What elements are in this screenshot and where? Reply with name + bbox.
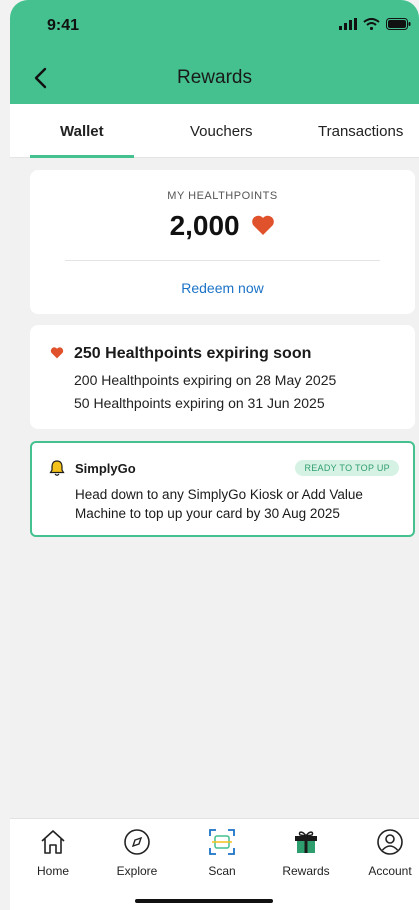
tab-wallet[interactable]: Wallet [60,123,104,140]
healthpoints-label: MY HEALTHPOINTS [167,190,278,202]
healthpoints-value: 2,000 [169,210,240,241]
status-icons [339,18,411,30]
status-time: 9:41 [47,17,80,34]
bottom-nav: Home Explore Scan Rewards Account [10,818,419,910]
expiring-line: 200 Healthpoints expiring on 28 May 2025 [74,372,337,388]
nav-scan[interactable]: Scan [187,827,257,878]
simplygo-title: SimplyGo [75,461,136,476]
active-tab-indicator [30,155,134,158]
wifi-icon [363,18,380,30]
scan-icon [209,829,235,855]
signal-icon [339,18,357,30]
gift-icon [295,831,317,853]
nav-label: Explore [116,864,158,878]
tab-bar: Wallet Vouchers Transactions [10,104,419,158]
healthpoints-card: MY HEALTHPOINTS 2,000 Redeem now [30,170,415,314]
battery-icon [386,18,411,30]
expiring-line: 50 Healthpoints expiring on 31 Jun 2025 [74,395,325,411]
nav-account[interactable]: Account [355,827,419,878]
redeem-now-link[interactable]: Redeem now [30,280,415,296]
compass-icon [124,829,150,855]
bell-icon [49,460,65,476]
header-bar: 9:41 Rewards [10,0,419,104]
nav-label: Account [368,864,412,878]
home-indicator [135,899,273,903]
nav-explore[interactable]: Explore [102,827,172,878]
page-title: Rewards [177,67,252,88]
nav-label: Rewards [282,864,330,878]
nav-label: Home [36,864,69,878]
simplygo-message: Head down to any SimplyGo Kiosk or Add V… [75,487,363,521]
home-icon [41,830,65,854]
status-badge: READY TO TOP UP [295,460,399,476]
account-icon [377,829,403,855]
nav-rewards[interactable]: Rewards [271,827,341,878]
expiring-title: 250 Healthpoints expiring soon [74,345,312,362]
simplygo-card[interactable]: SimplyGo READY TO TOP UP Head down to an… [30,441,415,537]
heart-icon [50,347,64,359]
healthpoints-value-row: 2,000 [30,210,415,242]
heart-icon [252,215,275,235]
nav-home[interactable]: Home [18,827,88,878]
tab-vouchers[interactable]: Vouchers [190,123,253,140]
nav-label: Scan [208,864,236,878]
tab-transactions[interactable]: Transactions [318,123,403,140]
phone-screen: 9:41 Rewards Wallet Vouchers Transaction… [10,0,419,910]
expiring-points-card: 250 Healthpoints expiring soon 200 Healt… [30,325,415,429]
divider [65,260,380,261]
